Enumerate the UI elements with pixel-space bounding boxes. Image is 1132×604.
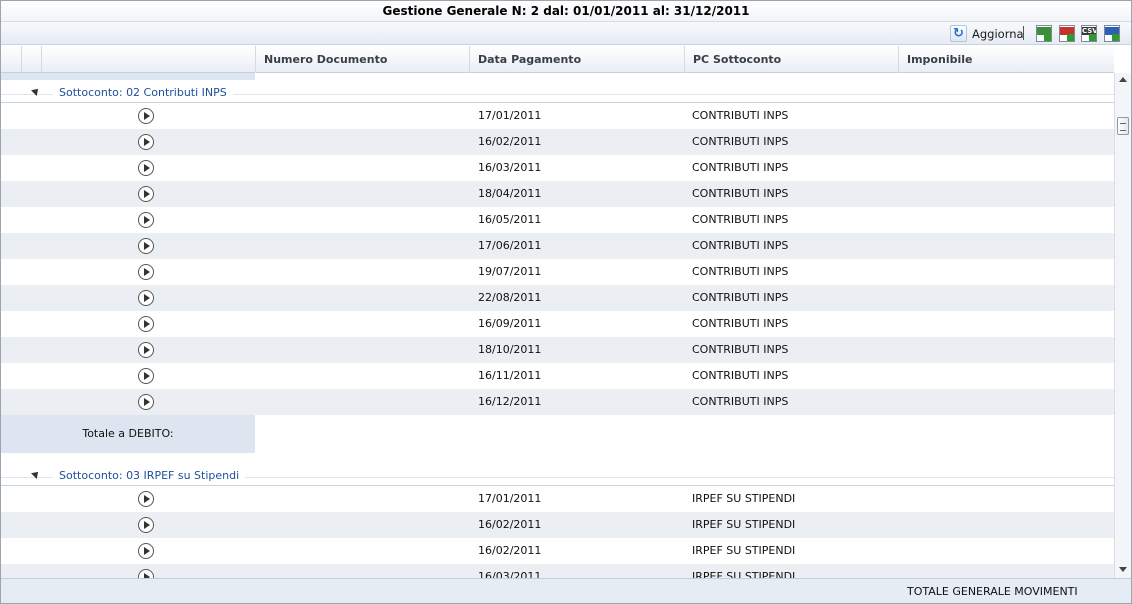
refresh-label: Aggiorna xyxy=(972,26,1024,41)
play-circle-icon[interactable] xyxy=(138,264,154,280)
cell-data-pagamento: 18/04/2011 xyxy=(478,187,542,200)
cell-pc-sottoconto: CONTRIBUTI INPS xyxy=(692,213,789,226)
scroll-thumb[interactable] xyxy=(1117,117,1129,135)
group-total-row: Totale a DEBITO: xyxy=(1,415,1114,453)
cell-pc-sottoconto: CONTRIBUTI INPS xyxy=(692,343,789,356)
toolbar: ↻ Aggiorna CSV xyxy=(1,22,1131,45)
play-circle-icon[interactable] xyxy=(138,543,154,559)
table-row[interactable]: 17/06/2011 CONTRIBUTI INPS xyxy=(1,233,1114,259)
export-csv-icon[interactable]: CSV xyxy=(1081,25,1097,42)
play-circle-icon[interactable] xyxy=(138,212,154,228)
group-header: Sottoconto: 03 IRPEF su Stipendi xyxy=(1,466,1114,486)
cell-pc-sottoconto: CONTRIBUTI INPS xyxy=(692,135,789,148)
table-row[interactable]: 16/02/2011 CONTRIBUTI INPS xyxy=(1,129,1114,155)
header-blank xyxy=(41,46,255,73)
cell-data-pagamento: 17/01/2011 xyxy=(478,492,542,505)
cell-data-pagamento: 17/01/2011 xyxy=(478,109,542,122)
play-circle-icon[interactable] xyxy=(138,238,154,254)
cell-pc-sottoconto: CONTRIBUTI INPS xyxy=(692,265,789,278)
play-circle-icon[interactable] xyxy=(138,316,154,332)
table-row[interactable]: 16/03/2011 IRPEF SU STIPENDI xyxy=(1,564,1114,578)
scroll-up-arrow-icon[interactable] xyxy=(1119,77,1127,82)
table-row[interactable]: 16/02/2011 IRPEF SU STIPENDI xyxy=(1,512,1114,538)
cell-data-pagamento: 19/07/2011 xyxy=(478,265,542,278)
cell-pc-sottoconto: CONTRIBUTI INPS xyxy=(692,187,789,200)
cell-pc-sottoconto: CONTRIBUTI INPS xyxy=(692,239,789,252)
report-title: Gestione Generale N: 2 dal: 01/01/2011 a… xyxy=(1,1,1131,22)
group-total-label: Totale a DEBITO: xyxy=(1,415,255,453)
report-window: Gestione Generale N: 2 dal: 01/01/2011 a… xyxy=(0,0,1132,604)
cell-pc-sottoconto: IRPEF SU STIPENDI xyxy=(692,518,796,531)
cell-pc-sottoconto: CONTRIBUTI INPS xyxy=(692,291,789,304)
group-label: Sottoconto: 03 IRPEF su Stipendi xyxy=(53,469,246,482)
cell-data-pagamento: 16/03/2011 xyxy=(478,161,542,174)
table-row[interactable]: 17/01/2011 IRPEF SU STIPENDI xyxy=(1,486,1114,512)
column-header-numero-documento[interactable]: Numero Documento xyxy=(255,46,469,73)
table-row[interactable]: 16/02/2011 IRPEF SU STIPENDI xyxy=(1,538,1114,564)
play-circle-icon[interactable] xyxy=(138,368,154,384)
table-row[interactable]: 16/11/2011 CONTRIBUTI INPS xyxy=(1,363,1114,389)
grid-header: Numero Documento Data Pagamento PC Sotto… xyxy=(1,46,1114,73)
play-circle-icon[interactable] xyxy=(138,569,154,578)
cell-pc-sottoconto: CONTRIBUTI INPS xyxy=(692,369,789,382)
cell-pc-sottoconto: CONTRIBUTI INPS xyxy=(692,395,789,408)
group-label: Sottoconto: 02 Contributi INPS xyxy=(53,86,233,99)
grid-top-strip xyxy=(1,73,255,80)
table-row[interactable]: 22/08/2011 CONTRIBUTI INPS xyxy=(1,285,1114,311)
play-circle-icon[interactable] xyxy=(138,186,154,202)
table-row[interactable]: 18/04/2011 CONTRIBUTI INPS xyxy=(1,181,1114,207)
table-row[interactable]: 19/07/2011 CONTRIBUTI INPS xyxy=(1,259,1114,285)
cell-data-pagamento: 16/02/2011 xyxy=(478,544,542,557)
refresh-icon: ↻ xyxy=(950,25,967,42)
cell-pc-sottoconto: IRPEF SU STIPENDI xyxy=(692,570,796,578)
export-word-icon[interactable] xyxy=(1104,25,1120,42)
table-row[interactable]: 17/01/2011 CONTRIBUTI INPS xyxy=(1,103,1114,129)
cell-data-pagamento: 17/06/2011 xyxy=(478,239,542,252)
cell-data-pagamento: 16/09/2011 xyxy=(478,317,542,330)
table-row[interactable]: 16/05/2011 CONTRIBUTI INPS xyxy=(1,207,1114,233)
cell-data-pagamento: 18/10/2011 xyxy=(478,343,542,356)
column-header-imponibile[interactable]: Imponibile xyxy=(898,46,1114,73)
cell-data-pagamento: 16/05/2011 xyxy=(478,213,542,226)
column-header-data-pagamento[interactable]: Data Pagamento xyxy=(469,46,684,73)
export-excel-icon[interactable] xyxy=(1036,25,1052,42)
refresh-button[interactable]: ↻ Aggiorna xyxy=(950,24,1024,43)
cell-pc-sottoconto: CONTRIBUTI INPS xyxy=(692,109,789,122)
cell-data-pagamento: 16/02/2011 xyxy=(478,135,542,148)
play-circle-icon[interactable] xyxy=(138,517,154,533)
cell-data-pagamento: 16/12/2011 xyxy=(478,395,542,408)
header-spacer xyxy=(21,46,41,73)
column-header-pc-sottoconto[interactable]: PC Sottoconto xyxy=(684,46,898,73)
grid-body: Sottoconto: 02 Contributi INPS 17/01/2011… xyxy=(1,73,1114,578)
table-row[interactable]: 16/09/2011 CONTRIBUTI INPS xyxy=(1,311,1114,337)
table-row[interactable]: 16/12/2011 CONTRIBUTI INPS xyxy=(1,389,1114,415)
cell-pc-sottoconto: CONTRIBUTI INPS xyxy=(692,317,789,330)
play-circle-icon[interactable] xyxy=(138,290,154,306)
cell-data-pagamento: 16/02/2011 xyxy=(478,518,542,531)
play-circle-icon[interactable] xyxy=(138,342,154,358)
footer-total-label: TOTALE GENERALE MOVIMENTI xyxy=(907,585,1078,598)
grid-footer: TOTALE GENERALE MOVIMENTI xyxy=(1,578,1131,603)
vertical-scrollbar[interactable] xyxy=(1114,73,1131,578)
cell-data-pagamento: 16/03/2011 xyxy=(478,570,542,578)
cell-pc-sottoconto: IRPEF SU STIPENDI xyxy=(692,544,796,557)
group-header: Sottoconto: 02 Contributi INPS xyxy=(1,83,1114,103)
cell-pc-sottoconto: CONTRIBUTI INPS xyxy=(692,161,789,174)
export-pdf-icon[interactable] xyxy=(1059,25,1075,42)
cell-data-pagamento: 22/08/2011 xyxy=(478,291,542,304)
play-circle-icon[interactable] xyxy=(138,160,154,176)
play-circle-icon[interactable] xyxy=(138,394,154,410)
cell-pc-sottoconto: IRPEF SU STIPENDI xyxy=(692,492,796,505)
play-circle-icon[interactable] xyxy=(138,108,154,124)
play-circle-icon[interactable] xyxy=(138,491,154,507)
table-row[interactable]: 16/03/2011 CONTRIBUTI INPS xyxy=(1,155,1114,181)
cell-data-pagamento: 16/11/2011 xyxy=(478,369,542,382)
toolbar-separator xyxy=(1023,26,1024,40)
table-row[interactable]: 18/10/2011 CONTRIBUTI INPS xyxy=(1,337,1114,363)
scroll-down-arrow-icon[interactable] xyxy=(1119,567,1127,572)
play-circle-icon[interactable] xyxy=(138,134,154,150)
